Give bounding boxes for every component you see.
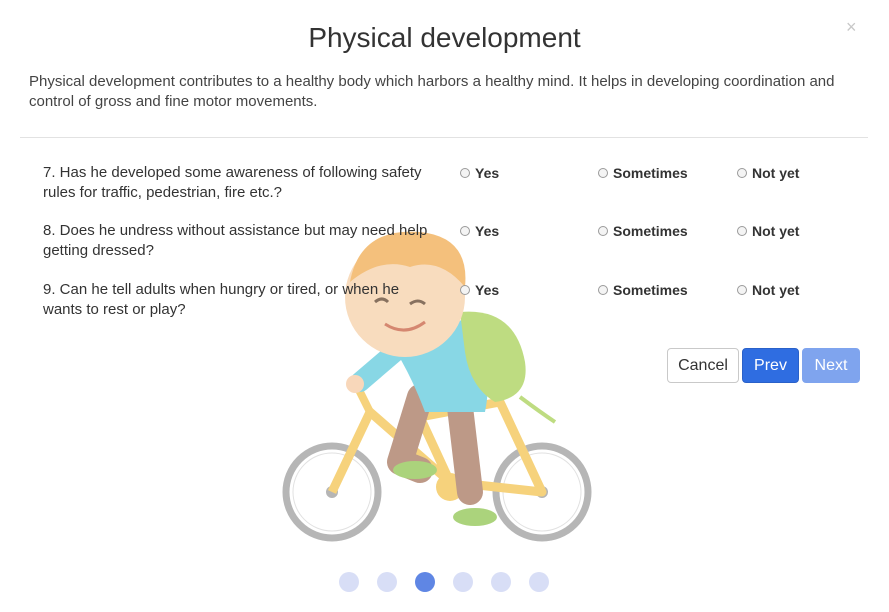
q9-yes-radio[interactable]: Yes (460, 282, 499, 298)
dialog-title: Physical development (308, 22, 581, 53)
question-9: 9. Can he tell adults when hungry or tir… (43, 281, 400, 318)
radio-icon (598, 168, 608, 178)
boy-on-bicycle-illustration (282, 231, 592, 542)
option-label: Sometimes (613, 165, 688, 181)
dialog-description: Physical development contributes to a he… (29, 73, 835, 110)
q9-sometimes-radio[interactable]: Sometimes (598, 282, 688, 298)
radio-icon (460, 226, 470, 236)
q7-sometimes-radio[interactable]: Sometimes (598, 165, 688, 181)
option-label: Not yet (752, 282, 800, 298)
pagination-dot-6[interactable] (529, 572, 549, 592)
pagination-dot-4[interactable] (453, 572, 473, 592)
radio-icon (460, 168, 470, 178)
pagination-dot-1[interactable] (339, 572, 359, 592)
pagination-dot-5[interactable] (491, 572, 511, 592)
q7-not-yet-radio[interactable]: Not yet (737, 165, 799, 181)
option-label: Sometimes (613, 282, 688, 298)
radio-icon (737, 285, 747, 295)
q8-yes-radio[interactable]: Yes (460, 223, 499, 239)
cancel-button[interactable]: Cancel (667, 348, 739, 383)
radio-icon (737, 168, 747, 178)
pagination-dot-2[interactable] (377, 572, 397, 592)
q8-sometimes-radio[interactable]: Sometimes (598, 223, 688, 239)
next-button[interactable]: Next (802, 348, 860, 383)
question-8: 8. Does he undress without assistance bu… (43, 222, 428, 259)
pagination-dot-3[interactable] (415, 572, 435, 592)
radio-icon (460, 285, 470, 295)
option-label: Yes (475, 165, 500, 181)
q8-not-yet-radio[interactable]: Not yet (737, 223, 799, 239)
radio-icon (598, 285, 608, 295)
option-label: Not yet (752, 165, 800, 181)
radio-icon (737, 226, 747, 236)
radio-icon (598, 226, 608, 236)
question-7: 7. Has he developed some awareness of fo… (43, 164, 422, 201)
q7-yes-radio[interactable]: Yes (460, 165, 499, 181)
q9-not-yet-radio[interactable]: Not yet (737, 282, 799, 298)
option-label: Not yet (752, 223, 800, 239)
prev-button[interactable]: Prev (742, 348, 799, 383)
option-label: Yes (475, 223, 500, 239)
option-label: Yes (475, 282, 500, 298)
divider (20, 137, 868, 138)
option-label: Sometimes (613, 223, 688, 239)
